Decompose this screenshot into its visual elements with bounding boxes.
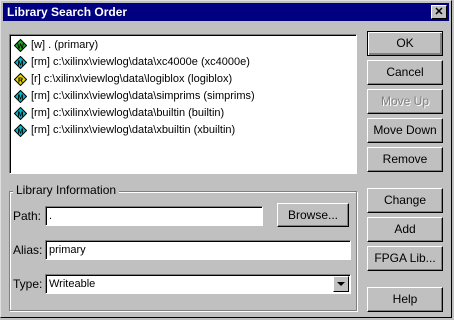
move-down-button[interactable]: Move Down xyxy=(367,118,443,143)
svg-text:M: M xyxy=(18,61,24,68)
list-item-label: [rm] c:\xilinx\viewlog\data\builtin (bui… xyxy=(31,107,225,119)
m-cyan-diamond-icon: M xyxy=(14,56,27,69)
browse-button[interactable]: Browse... xyxy=(277,203,349,227)
library-search-order-dialog: Library Search Order ✕ W [w] . (primary) M… xyxy=(0,0,452,318)
list-item-label: [r] c:\xilinx\viewlog\data\logiblox (log… xyxy=(31,73,233,85)
cancel-button[interactable]: Cancel xyxy=(367,60,443,85)
m-cyan-diamond-icon: M xyxy=(14,124,27,137)
chevron-down-icon xyxy=(337,282,345,286)
svg-text:R: R xyxy=(18,78,23,85)
list-item-label: [rm] c:\xilinx\viewlog\data\xbuiltin (xb… xyxy=(31,124,236,136)
help-button[interactable]: Help xyxy=(367,287,443,312)
title-bar: Library Search Order ✕ xyxy=(3,3,449,21)
dropdown-arrow-button[interactable] xyxy=(333,276,349,292)
svg-text:W: W xyxy=(17,44,24,51)
r-yellow-diamond-icon: R xyxy=(14,73,27,86)
add-button[interactable]: Add xyxy=(367,217,443,242)
library-information-title: Library Information xyxy=(13,183,120,197)
type-select[interactable]: Writeable xyxy=(45,274,351,294)
close-icon: ✕ xyxy=(434,6,444,18)
alias-field[interactable]: primary xyxy=(45,240,351,260)
svg-text:M: M xyxy=(18,112,24,119)
fpga-lib-button[interactable]: FPGA Lib... xyxy=(367,246,443,271)
list-item-label: [rm] c:\xilinx\viewlog\data\simprims (si… xyxy=(31,90,255,102)
close-button[interactable]: ✕ xyxy=(431,5,447,19)
type-label: Type: xyxy=(13,277,43,291)
list-item-label: [w] . (primary) xyxy=(31,39,99,51)
change-button[interactable]: Change xyxy=(367,188,443,213)
path-field[interactable]: . xyxy=(45,206,263,226)
svg-text:M: M xyxy=(18,129,24,136)
m-cyan-diamond-icon: M xyxy=(14,107,27,120)
ok-button[interactable]: OK xyxy=(367,31,443,56)
move-up-button[interactable]: Move Up xyxy=(367,89,443,114)
alias-label: Alias: xyxy=(13,243,43,257)
window-title: Library Search Order xyxy=(7,5,128,19)
path-label: Path: xyxy=(13,209,42,223)
type-select-value: Writeable xyxy=(49,278,96,290)
remove-button[interactable]: Remove xyxy=(367,147,443,172)
list-item-label: [rm] c:\xilinx\viewlog\data\xc4000e (xc4… xyxy=(31,56,250,68)
library-list[interactable]: W [w] . (primary) M [rm] c:\xilinx\viewlog\… xyxy=(9,34,357,174)
m-cyan-diamond-icon: M xyxy=(14,90,27,103)
w-green-diamond-icon: W xyxy=(14,39,27,52)
svg-text:M: M xyxy=(18,95,24,102)
